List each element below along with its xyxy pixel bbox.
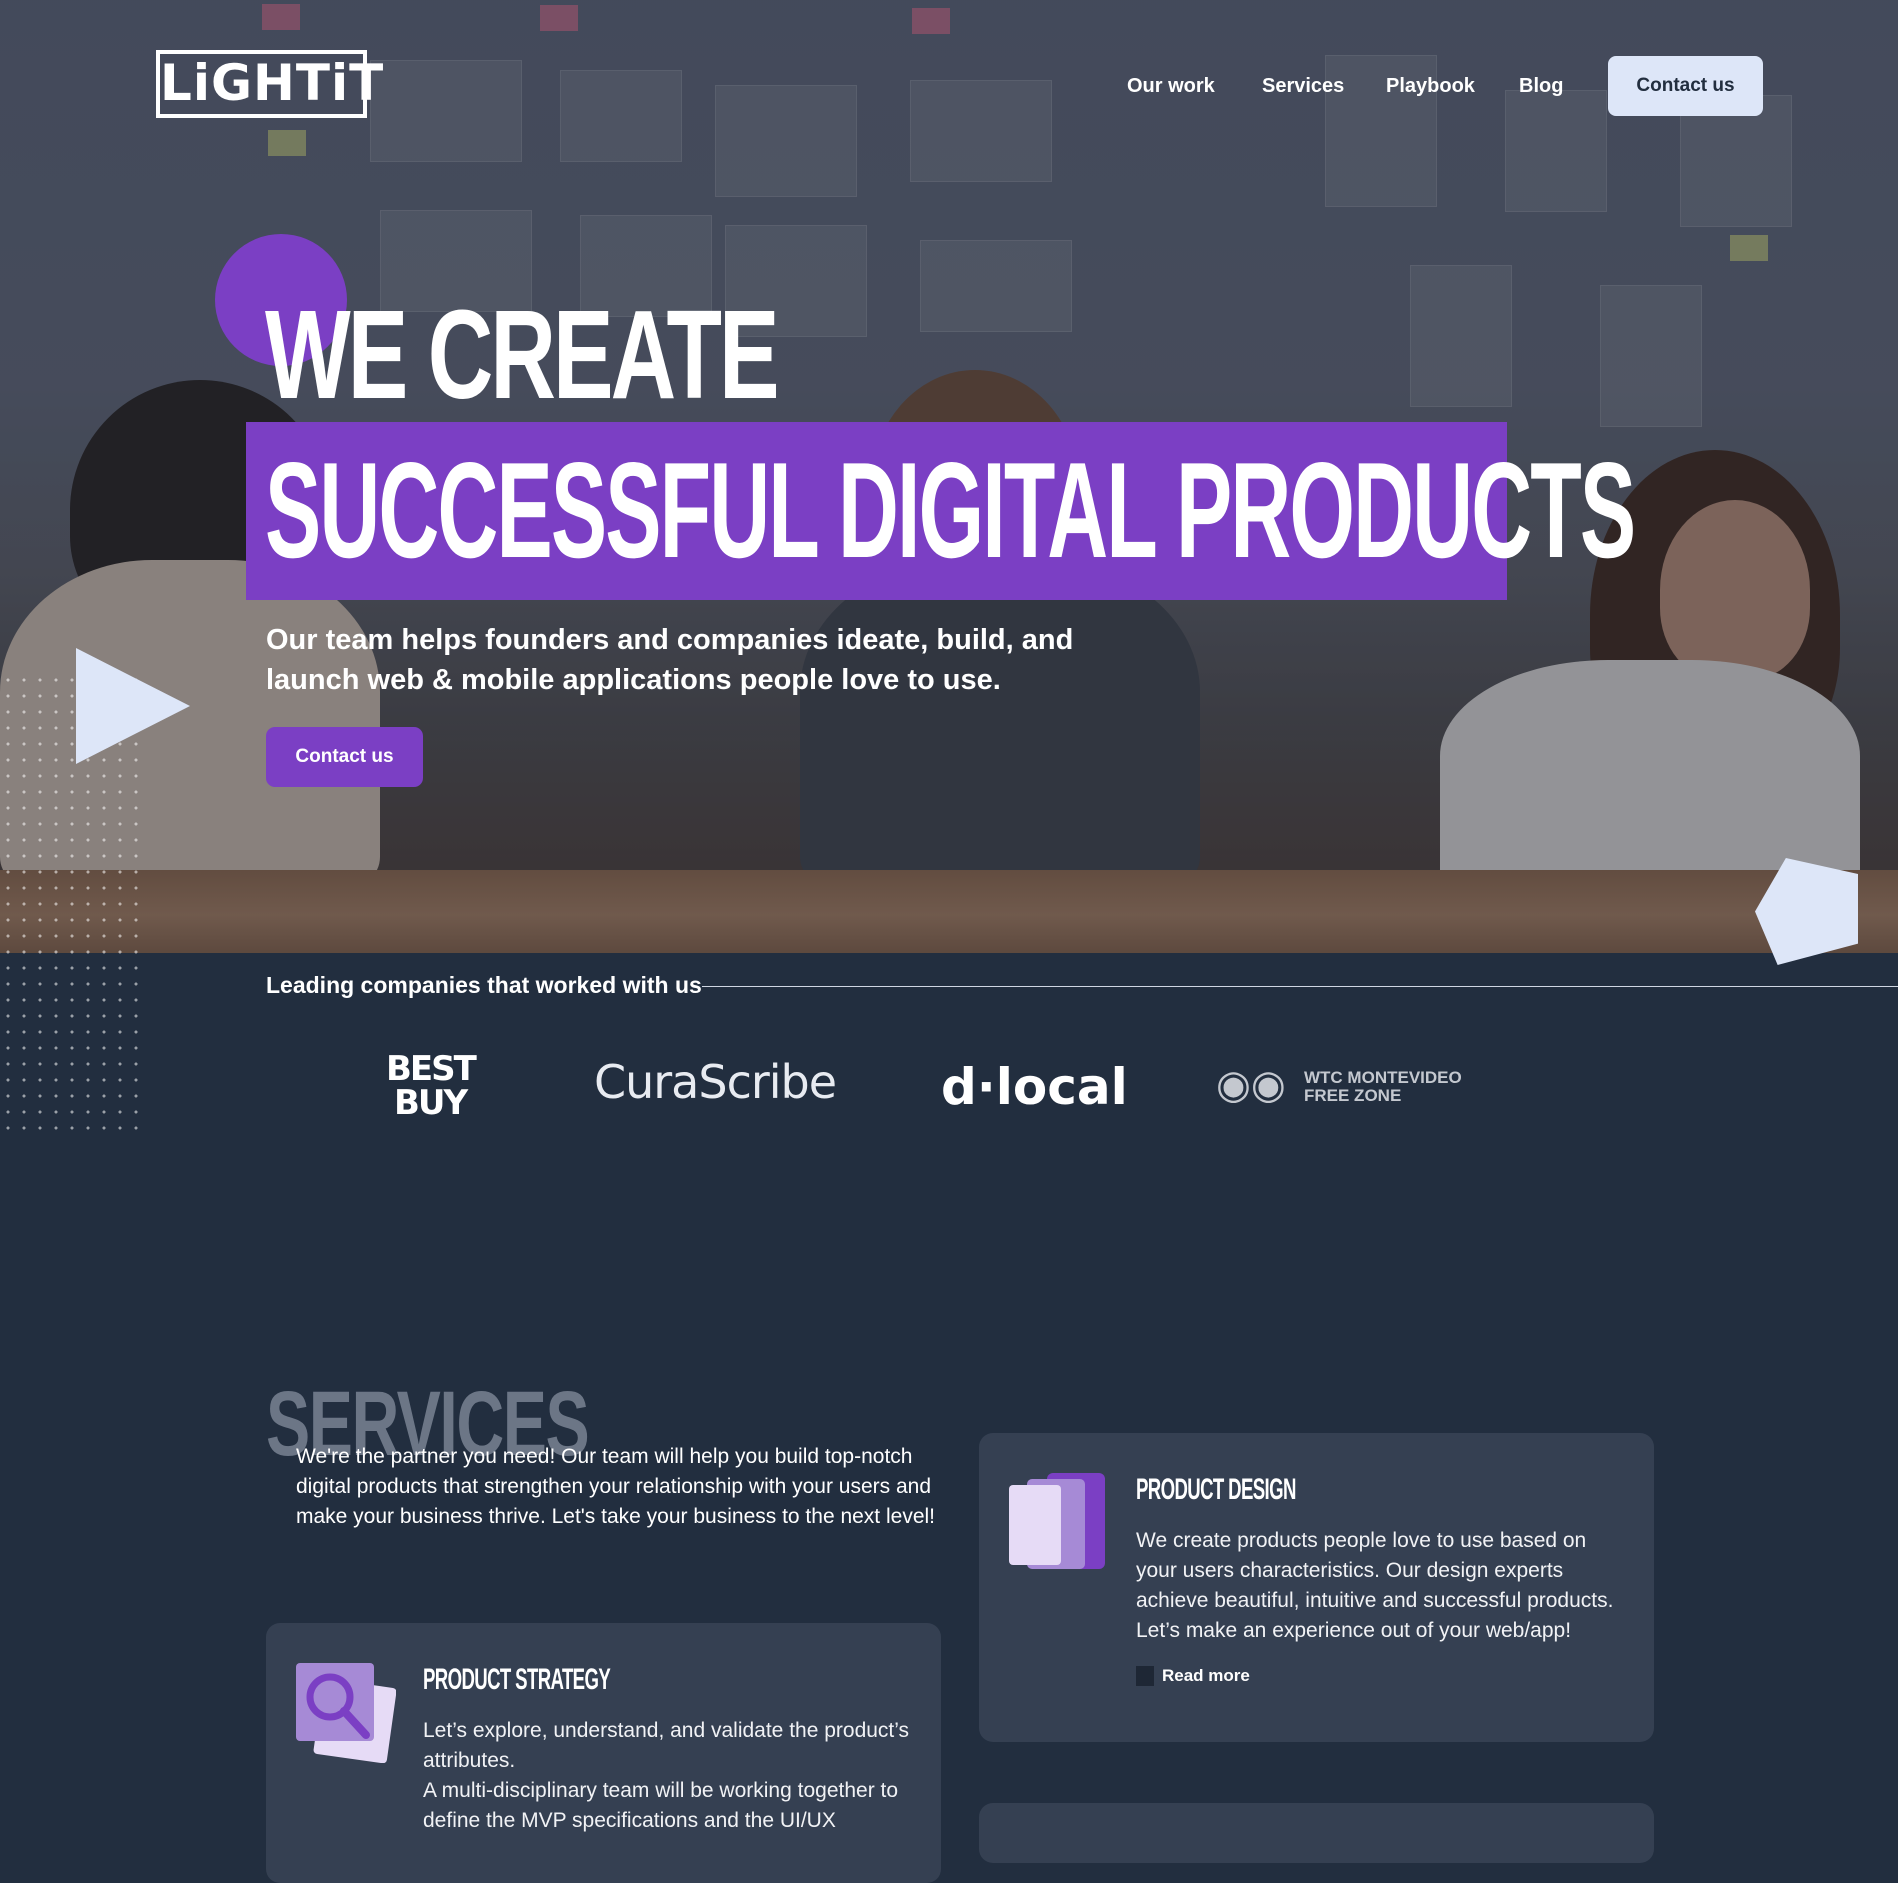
hero-headline-line2: SUCCESSFUL DIGITAL PRODUCTS: [265, 434, 1636, 586]
bestbuy-line2: BUY: [394, 1083, 468, 1123]
wtc-line2: FREE ZONE: [1304, 1086, 1402, 1105]
card-description: We create products people love to use ba…: [1136, 1529, 1614, 1642]
clients-title: Leading companies that worked with us: [266, 972, 702, 998]
triangle-shape: [76, 648, 190, 764]
service-card-product-design[interactable]: PRODUCT DESIGN We create products people…: [979, 1433, 1654, 1742]
card-title: PRODUCT DESIGN: [1136, 1473, 1296, 1506]
card-description-2: A multi-disciplinary team will be workin…: [423, 1779, 899, 1832]
globe-icon: ◉◉: [1216, 1063, 1286, 1107]
hero-subtitle: Our team helps founders and companies id…: [266, 624, 1074, 696]
read-more-link[interactable]: Read more: [1136, 1666, 1250, 1686]
service-card-product-strategy[interactable]: PRODUCT STRATEGY Let’s explore, understa…: [266, 1623, 941, 1883]
wtc-logo: WTC MONTEVIDEO FREE ZONE: [1304, 1069, 1462, 1105]
hero-headline-line1: WE CREATE: [265, 284, 780, 425]
card-description: Let’s explore, understand, and validate …: [423, 1719, 910, 1772]
bestbuy-logo: BEST BUY: [386, 1049, 477, 1123]
nav-services[interactable]: Services: [1262, 75, 1344, 98]
service-card-next[interactable]: [979, 1803, 1654, 1863]
dlocal-logo: d·local: [941, 1058, 1128, 1116]
nav-our-work[interactable]: Our work: [1127, 75, 1215, 98]
logo[interactable]: LiGHTiT: [156, 50, 383, 118]
card-title: PRODUCT STRATEGY: [423, 1663, 611, 1696]
hero-contact-button[interactable]: Contact us: [266, 727, 423, 787]
magnifier-icon: [296, 1663, 396, 1763]
divider: [702, 986, 1898, 987]
nav-playbook[interactable]: Playbook: [1386, 75, 1475, 98]
nav-blog[interactable]: Blog: [1519, 75, 1563, 98]
bestbuy-line1: BEST: [386, 1049, 477, 1089]
services-intro: We're the partner you need! Our team wil…: [296, 1445, 936, 1528]
wtc-line1: WTC MONTEVIDEO: [1304, 1068, 1462, 1087]
curascribe-logo: CuraScribe: [594, 1055, 837, 1109]
header-contact-button[interactable]: Contact us: [1608, 56, 1763, 116]
layers-icon: [1009, 1473, 1105, 1569]
